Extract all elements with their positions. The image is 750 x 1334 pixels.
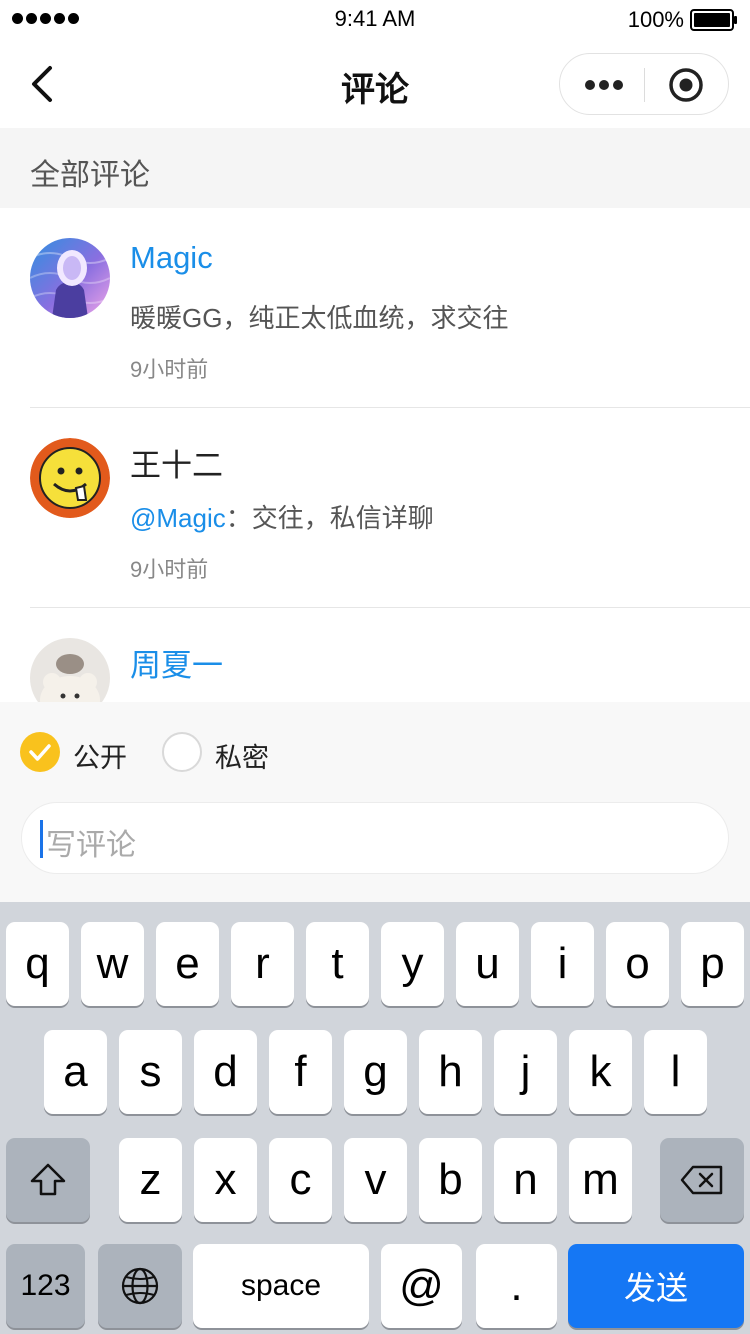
comment-text: ：交往，私信详聊 bbox=[225, 503, 434, 533]
section-title: 全部评论 bbox=[30, 159, 150, 192]
key-u[interactable]: u bbox=[456, 922, 519, 1006]
key-y[interactable]: y bbox=[381, 922, 444, 1006]
comment-author[interactable]: Magic bbox=[130, 240, 213, 276]
comment-time: 9小时前 bbox=[130, 357, 209, 382]
more-icon[interactable] bbox=[584, 75, 624, 95]
globe-icon bbox=[121, 1267, 159, 1305]
comment-item[interactable]: Magic 暖暖GG，纯正太低血统，求交往 9小时前 bbox=[0, 208, 750, 408]
comment-item[interactable]: 王十二 @Magic：交往，私信详聊 9小时前 bbox=[0, 408, 750, 608]
key-g[interactable]: g bbox=[344, 1030, 407, 1114]
mini-program-capsule bbox=[559, 53, 729, 115]
avatar[interactable] bbox=[30, 638, 110, 702]
comment-text-wrapper: @Magic：交往，私信详聊 bbox=[130, 498, 434, 535]
key-a[interactable]: a bbox=[44, 1030, 107, 1114]
navigation-bar: 评论 bbox=[0, 40, 750, 128]
key-s[interactable]: s bbox=[119, 1030, 182, 1114]
keyboard: q w e r t y u i o p a s d f g h j k l z … bbox=[0, 902, 750, 1334]
globe-key[interactable] bbox=[98, 1244, 182, 1328]
at-key[interactable]: @ bbox=[381, 1244, 462, 1328]
comment-composer: 公开 私密 写评论 bbox=[0, 702, 750, 902]
backspace-icon bbox=[680, 1165, 723, 1195]
comment-item[interactable]: 周夏一 bbox=[0, 608, 750, 702]
key-x[interactable]: x bbox=[194, 1138, 257, 1222]
backspace-key[interactable] bbox=[660, 1138, 744, 1222]
text-caret bbox=[40, 820, 43, 858]
key-b[interactable]: b bbox=[419, 1138, 482, 1222]
comment-author[interactable]: 周夏一 bbox=[130, 640, 223, 685]
close-mini-program-icon[interactable] bbox=[667, 66, 705, 104]
mention-link[interactable]: @Magic bbox=[130, 503, 226, 533]
space-key[interactable]: space bbox=[193, 1244, 369, 1328]
key-o[interactable]: o bbox=[606, 922, 669, 1006]
comment-author[interactable]: 王十二 bbox=[130, 440, 223, 485]
key-w[interactable]: w bbox=[81, 922, 144, 1006]
key-e[interactable]: e bbox=[156, 922, 219, 1006]
send-button[interactable]: 发送 bbox=[568, 1244, 744, 1328]
key-n[interactable]: n bbox=[494, 1138, 557, 1222]
key-k[interactable]: k bbox=[569, 1030, 632, 1114]
key-f[interactable]: f bbox=[269, 1030, 332, 1114]
battery-icon bbox=[690, 9, 737, 31]
comment-input[interactable]: 写评论 bbox=[21, 802, 729, 874]
shift-icon bbox=[30, 1163, 66, 1196]
comment-time: 9小时前 bbox=[130, 557, 209, 582]
checkmark-icon bbox=[29, 744, 51, 761]
key-q[interactable]: q bbox=[6, 922, 69, 1006]
public-radio[interactable] bbox=[20, 732, 60, 772]
key-p[interactable]: p bbox=[681, 922, 744, 1006]
private-radio[interactable] bbox=[162, 732, 202, 772]
key-i[interactable]: i bbox=[531, 922, 594, 1006]
comment-input-placeholder: 写评论 bbox=[46, 829, 136, 862]
key-j[interactable]: j bbox=[494, 1030, 557, 1114]
key-t[interactable]: t bbox=[306, 922, 369, 1006]
period-key[interactable]: . bbox=[476, 1244, 557, 1328]
key-c[interactable]: c bbox=[269, 1138, 332, 1222]
capsule-divider bbox=[644, 68, 645, 102]
key-r[interactable]: r bbox=[231, 922, 294, 1006]
private-radio-label[interactable]: 私密 bbox=[215, 736, 269, 775]
avatar[interactable] bbox=[30, 238, 110, 318]
section-header: 全部评论 bbox=[0, 128, 750, 208]
key-d[interactable]: d bbox=[194, 1030, 257, 1114]
key-h[interactable]: h bbox=[419, 1030, 482, 1114]
key-v[interactable]: v bbox=[344, 1138, 407, 1222]
comment-text: 暖暖GG，纯正太低血统，求交往 bbox=[130, 303, 509, 333]
key-z[interactable]: z bbox=[119, 1138, 182, 1222]
key-m[interactable]: m bbox=[569, 1138, 632, 1222]
numbers-key[interactable]: 123 bbox=[6, 1244, 85, 1328]
battery-percentage: 100% bbox=[627, 7, 684, 32]
status-bar: 9:41 AM 100% bbox=[0, 0, 750, 40]
shift-key[interactable] bbox=[6, 1138, 90, 1222]
avatar[interactable] bbox=[30, 438, 110, 518]
public-radio-label[interactable]: 公开 bbox=[73, 736, 127, 775]
comment-list[interactable]: Magic 暖暖GG，纯正太低血统，求交往 9小时前 王十二 @Magic：交往… bbox=[0, 208, 750, 702]
key-l[interactable]: l bbox=[644, 1030, 707, 1114]
